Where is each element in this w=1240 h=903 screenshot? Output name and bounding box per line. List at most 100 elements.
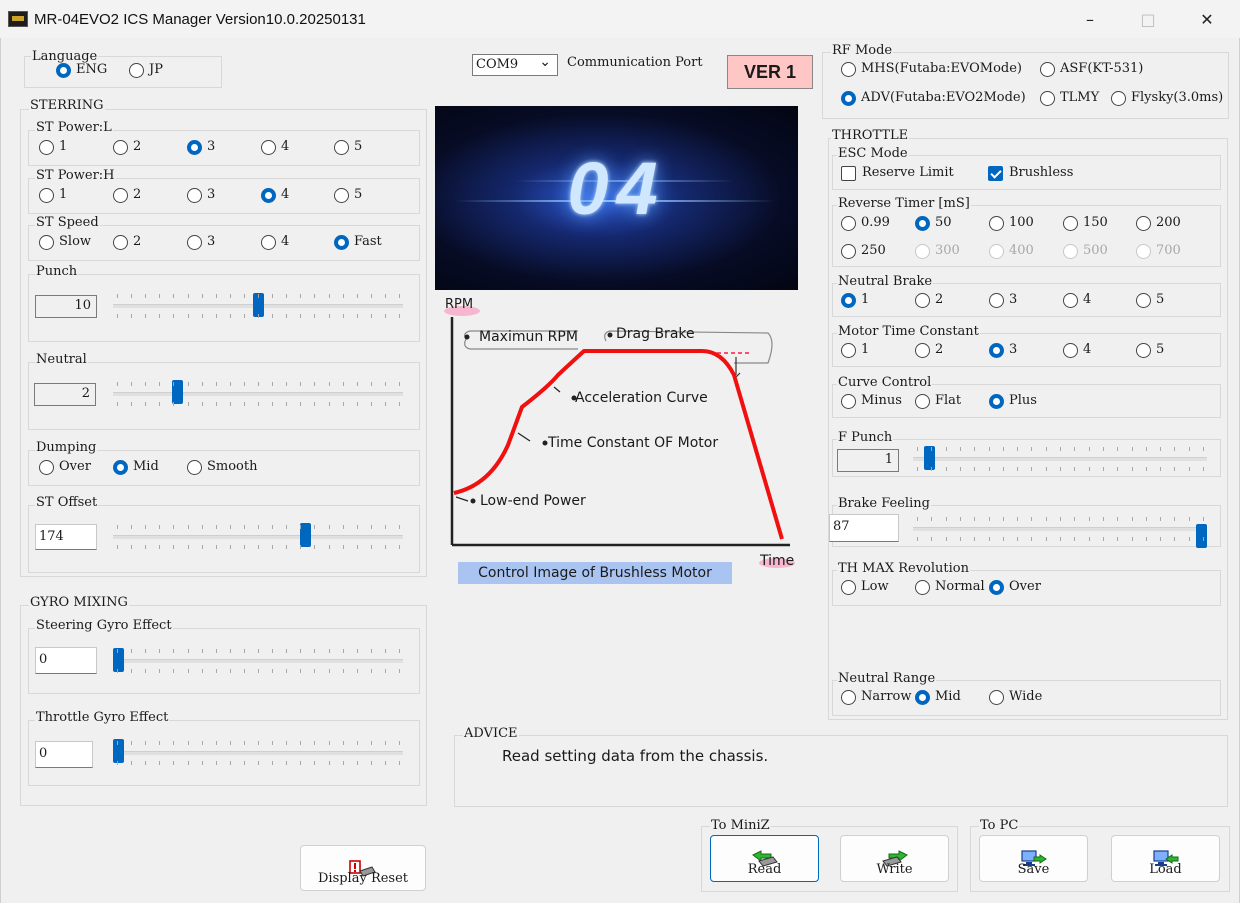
motor-time-1[interactable]: 1 (841, 342, 869, 358)
st-power-h-4[interactable]: 4 (261, 187, 289, 203)
st-power-h-5[interactable]: 5 (334, 187, 362, 203)
rf-mode-tlmy[interactable]: TLMY (1040, 90, 1099, 106)
radio-icon (1040, 90, 1055, 106)
st-speed-3[interactable]: 3 (187, 234, 215, 250)
slider-tick (314, 525, 315, 529)
load-button[interactable]: Load (1111, 835, 1220, 882)
radio-icon (915, 579, 930, 595)
rf-mode-adv[interactable]: ADV(Futaba:EVO2Mode) (841, 90, 1026, 106)
motor-time-5[interactable]: 5 (1136, 342, 1164, 358)
dumping-smooth[interactable]: Smooth (187, 459, 257, 475)
slider-tick (357, 761, 358, 765)
close-button[interactable]: ✕ (1184, 6, 1230, 34)
neutral-range-wide[interactable]: Wide (989, 689, 1042, 705)
slider-thumb[interactable] (1196, 524, 1207, 548)
slider-thumb[interactable] (300, 523, 311, 547)
motor-time-2[interactable]: 2 (915, 342, 943, 358)
write-button[interactable]: Write (840, 835, 949, 882)
neutral-brake-2[interactable]: 2 (915, 292, 943, 308)
neutral-range-mid[interactable]: Mid (915, 689, 961, 705)
th-max-normal[interactable]: Normal (915, 579, 985, 595)
st-power-l-5[interactable]: 5 (334, 139, 362, 155)
steering-gyro-slider[interactable] (113, 639, 403, 679)
st-speed-fast[interactable]: Fast (334, 234, 382, 250)
motor-time-4[interactable]: 4 (1063, 342, 1091, 358)
throttle-gyro-input[interactable]: 0 (35, 741, 93, 768)
motor-time-3[interactable]: 3 (989, 342, 1017, 358)
st-power-h-2[interactable]: 2 (113, 187, 141, 203)
language-radio-jp[interactable]: JP (129, 62, 163, 78)
slider-tick (989, 467, 990, 471)
neutral-range-narrow[interactable]: Narrow (841, 689, 912, 705)
minimize-button[interactable]: – (1067, 6, 1113, 34)
st-speed-4[interactable]: 4 (261, 234, 289, 250)
st-power-l-4[interactable]: 4 (261, 139, 289, 155)
st-power-l-3[interactable]: 3 (187, 139, 215, 155)
reserve-limit-checkbox[interactable]: Reserve Limit (841, 165, 954, 181)
th-max-low[interactable]: Low (841, 579, 889, 595)
neutral-brake-4[interactable]: 4 (1063, 292, 1091, 308)
maximize-button[interactable]: □ (1125, 6, 1171, 34)
neutral-slider[interactable] (113, 373, 403, 413)
esc-mode-title: ESC Mode (837, 146, 909, 162)
st-power-h-3[interactable]: 3 (187, 187, 215, 203)
reverse-timer-50[interactable]: 50 (915, 215, 952, 231)
st-speed-2[interactable]: 2 (113, 234, 141, 250)
reverse-timer-0.99[interactable]: 0.99 (841, 215, 890, 231)
language-radio-eng[interactable]: ENG (56, 62, 107, 78)
read-label: Read (747, 862, 782, 877)
slider-thumb[interactable] (924, 446, 935, 470)
brake-feeling-slider[interactable] (913, 514, 1207, 548)
rf-mode-mhs[interactable]: MHS(Futaba:EVOMode) (841, 61, 1022, 77)
f-punch-value: 1 (837, 449, 899, 472)
f-punch-slider[interactable] (913, 444, 1207, 474)
th-max-over[interactable]: Over (989, 579, 1041, 595)
com-port-select[interactable]: COM9 (472, 52, 558, 76)
slider-tick (1146, 447, 1147, 451)
slider-tick (1203, 517, 1204, 521)
rf-mode-asf[interactable]: ASF(KT-531) (1040, 61, 1143, 77)
slider-thumb[interactable] (113, 739, 124, 763)
st-power-h-title: ST Power:H (35, 168, 116, 184)
slider-tick (131, 382, 132, 386)
reverse-timer-100[interactable]: 100 (989, 215, 1034, 231)
brake-feeling-group: Brake Feeling 87 (829, 496, 1221, 548)
brushless-checkbox[interactable]: Brushless (988, 165, 1073, 181)
neutral-brake-5[interactable]: 5 (1136, 292, 1164, 308)
slider-tick (272, 402, 273, 406)
curve-minus[interactable]: Minus (841, 393, 902, 409)
slider-tick (1103, 467, 1104, 471)
st-power-l-1[interactable]: 1 (39, 139, 67, 155)
slider-tick (188, 382, 189, 386)
dumping-over[interactable]: Over (39, 459, 91, 475)
reverse-timer-150[interactable]: 150 (1063, 215, 1108, 231)
throttle-gyro-slider[interactable] (113, 731, 403, 771)
st-power-h-1[interactable]: 1 (39, 187, 67, 203)
reverse-timer-250[interactable]: 250 (841, 243, 886, 259)
slider-thumb[interactable] (113, 648, 124, 672)
read-button[interactable]: Read (710, 835, 819, 882)
slider-tick (371, 545, 372, 549)
reverse-timer-200[interactable]: 200 (1136, 215, 1181, 231)
slider-tick (399, 741, 400, 745)
curve-flat[interactable]: Flat (915, 393, 961, 409)
display-reset-button[interactable]: Display Reset (300, 845, 426, 891)
dumping-mid[interactable]: Mid (113, 459, 159, 475)
st-speed-slow[interactable]: Slow (39, 234, 91, 250)
st-offset-input[interactable]: 174 (35, 524, 97, 550)
curve-plus[interactable]: Plus (989, 393, 1037, 409)
st-offset-slider[interactable] (113, 516, 403, 556)
slider-tick (399, 525, 400, 529)
slider-tick (272, 525, 273, 529)
slider-tick (1046, 447, 1047, 451)
neutral-brake-1[interactable]: 1 (841, 292, 869, 308)
neutral-brake-3[interactable]: 3 (989, 292, 1017, 308)
save-button[interactable]: Save (979, 835, 1088, 882)
punch-slider[interactable] (113, 285, 403, 325)
rf-mode-flysky[interactable]: Flysky(3.0ms) (1111, 90, 1223, 106)
st-power-l-2[interactable]: 2 (113, 139, 141, 155)
radio-icon (334, 234, 349, 250)
steering-gyro-input[interactable]: 0 (35, 647, 97, 674)
brake-feeling-input[interactable]: 87 (829, 514, 899, 542)
radio-icon (915, 243, 930, 259)
